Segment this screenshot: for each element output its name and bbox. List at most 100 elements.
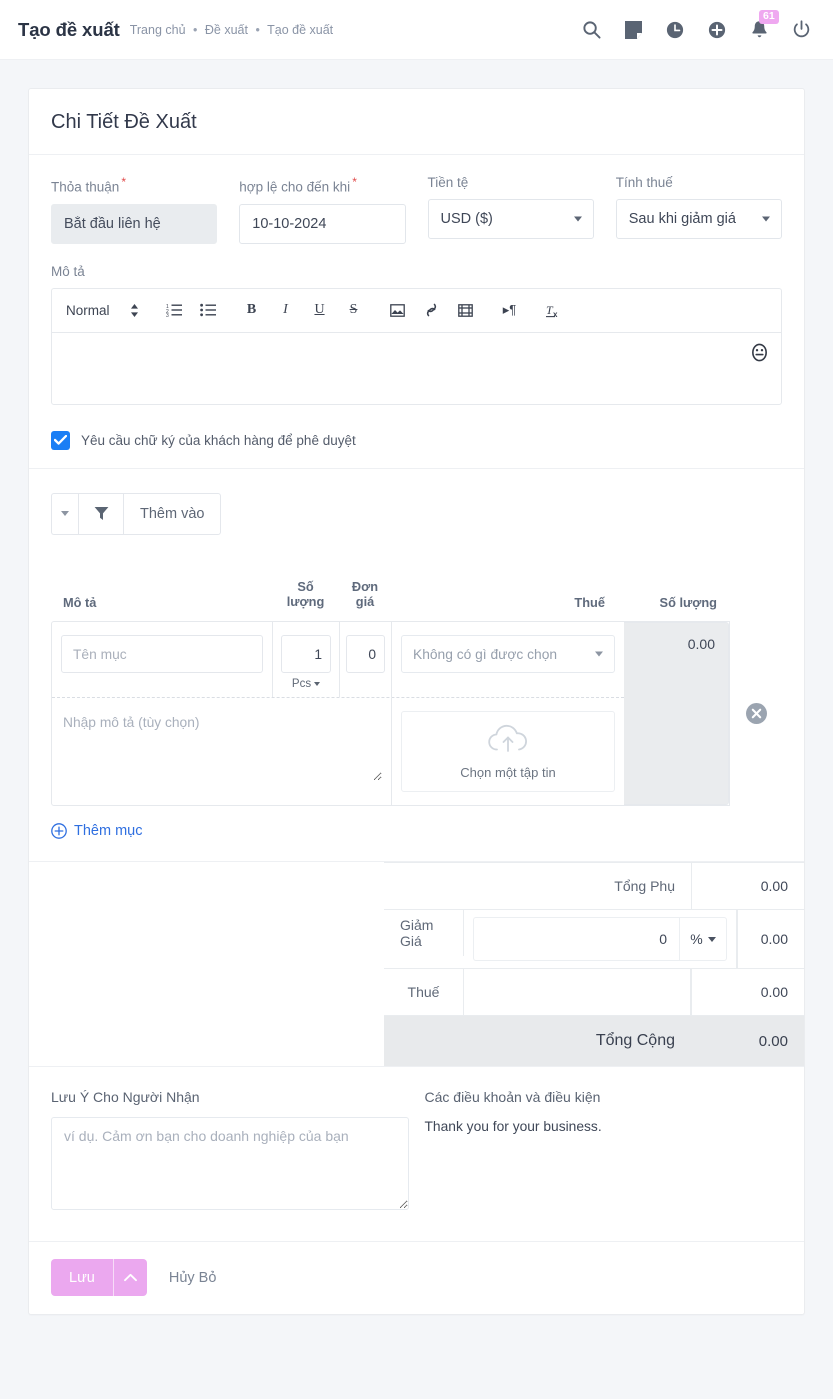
chevron-down-icon: [707, 936, 716, 942]
item-description-textarea[interactable]: [61, 711, 382, 782]
item-row-fields: Pcs Không có gì được chọn: [52, 622, 624, 806]
subtotal-row: Tổng Phụ 0.00: [384, 862, 804, 911]
ordered-list-icon[interactable]: 123: [165, 301, 183, 319]
item-filter-bar: Thêm vào: [51, 492, 782, 535]
terms-column: Các điều khoản và điều kiện Thank you fo…: [425, 1089, 783, 1215]
text-style-group: B I U S: [243, 301, 363, 319]
item-unit-dropdown[interactable]: Pcs: [281, 678, 331, 690]
cancel-button[interactable]: Hủy Bỏ: [169, 1270, 217, 1286]
tax-spacer: [464, 969, 691, 1016]
discount-amount: 0.00: [737, 910, 804, 969]
item-file-upload[interactable]: Chọn một tập tin: [401, 711, 615, 793]
chevron-up-icon: [123, 1274, 137, 1282]
emoji-icon[interactable]: [750, 343, 769, 362]
direction-group: ▸¶: [501, 301, 519, 319]
header-description: Mô tả: [63, 595, 97, 611]
tax-calculation-select[interactable]: [615, 199, 782, 239]
item-quantity-input[interactable]: [281, 635, 331, 674]
totals-left-spacer: [29, 862, 384, 1066]
image-icon[interactable]: [389, 301, 407, 319]
add-item-button[interactable]: Thêm mục: [51, 823, 782, 839]
totals-section: Tổng Phụ 0.00 Giảm Giá % 0.00 Thuế 0.00: [29, 862, 804, 1068]
item-name-cell: [52, 622, 273, 698]
breadcrumb-item-proposals[interactable]: Đề xuất: [205, 23, 248, 37]
header-tax: Thuế: [574, 595, 605, 611]
proposal-details-section: Thỏa thuận* hợp lệ cho đến khi* Tiền tệ …: [29, 155, 804, 469]
label-agreement: Thỏa thuận *: [51, 175, 217, 195]
discount-label: Giảm Giá: [384, 910, 464, 957]
list-button-group: 123: [165, 301, 217, 319]
note-icon[interactable]: [623, 20, 643, 40]
item-amount-value: 0.00: [687, 636, 715, 653]
currency-value[interactable]: [427, 199, 594, 239]
totals-table: Tổng Phụ 0.00 Giảm Giá % 0.00 Thuế 0.00: [384, 862, 804, 1067]
client-note-textarea[interactable]: [51, 1117, 409, 1211]
signature-checkbox[interactable]: [51, 430, 70, 450]
editor-content-area[interactable]: [51, 331, 782, 405]
search-icon[interactable]: [581, 20, 601, 40]
clock-icon[interactable]: [665, 20, 685, 40]
underline-icon[interactable]: U: [311, 301, 329, 319]
header-rate-line2: giá: [355, 594, 375, 610]
updown-icon: [130, 303, 139, 317]
item-file-cell: Chọn một tập tin: [392, 698, 624, 805]
save-button[interactable]: Lưu: [51, 1259, 114, 1297]
discount-unit-dropdown[interactable]: %: [679, 917, 727, 962]
required-marker: *: [121, 175, 126, 189]
agreement-input[interactable]: [51, 203, 218, 244]
italic-icon[interactable]: I: [277, 301, 295, 319]
save-options-toggle[interactable]: [113, 1259, 147, 1297]
link-icon[interactable]: [423, 301, 441, 319]
direction-icon[interactable]: ▸¶: [501, 301, 519, 319]
subtotal-label: Tổng Phụ: [614, 878, 675, 895]
save-button-group: Lưu: [51, 1259, 147, 1297]
header-rate: Đơn giá: [339, 579, 391, 611]
client-note-column: Lưu Ý Cho Người Nhận: [51, 1089, 409, 1215]
tax-total-value: 0.00: [691, 969, 804, 1016]
item-description-cell: [52, 698, 392, 806]
breadcrumb-item-home[interactable]: Trang chủ: [130, 23, 186, 37]
filter-dropdown-toggle[interactable]: [51, 492, 78, 535]
breadcrumb-separator: •: [193, 22, 198, 37]
discount-input-group: %: [464, 910, 737, 969]
field-agreement: Thỏa thuận *: [51, 175, 218, 244]
subtotal-value: 0.00: [691, 863, 804, 910]
proposal-card: Chi Tiết Đề Xuất Thỏa thuận* hợp lệ cho …: [28, 88, 805, 1316]
tax-calculation-value[interactable]: [615, 199, 782, 239]
funnel-icon[interactable]: [78, 492, 123, 535]
item-row-top: Pcs Không có gì được chọn: [52, 622, 624, 699]
plus-circle-icon: [51, 823, 67, 840]
bell-icon[interactable]: 61: [749, 9, 779, 40]
signature-checkbox-label: Yêu cầu chữ ký của khách hàng để phê duy…: [81, 432, 356, 448]
add-item-label: Thêm mục: [74, 823, 143, 840]
close-circle-icon[interactable]: [745, 703, 767, 725]
item-name-input[interactable]: [61, 635, 263, 674]
plus-circle-icon[interactable]: [707, 20, 727, 40]
item-file-label: Chọn một tập tin: [460, 764, 556, 780]
items-table-header: Mô tả Số lượng Đơn giá Thuế Số lượng: [51, 579, 782, 622]
format-dropdown[interactable]: Normal: [66, 303, 139, 318]
item-tax-select[interactable]: Không có gì được chọn: [401, 635, 615, 674]
discount-input[interactable]: [473, 917, 679, 962]
item-quantity-cell: Pcs: [273, 622, 340, 698]
strikethrough-icon[interactable]: S: [345, 301, 363, 319]
video-icon[interactable]: [457, 301, 475, 319]
label-agreement-text: Thỏa thuận: [51, 179, 120, 195]
add-item-dropdown[interactable]: Thêm vào: [123, 492, 222, 535]
notes-section: Lưu Ý Cho Người Nhận Các điều khoản và đ…: [29, 1067, 804, 1243]
field-tax-calculation: Tính thuế: [615, 175, 782, 244]
label-valid-until-text: hợp lệ cho đến khi: [239, 179, 351, 195]
item-amount-cell: 0.00: [624, 622, 729, 806]
signature-requirement-row: Yêu cầu chữ ký của khách hàng để phê duy…: [51, 430, 782, 450]
topbar-actions: 61: [581, 9, 811, 40]
power-icon[interactable]: [791, 20, 811, 40]
bold-icon[interactable]: B: [243, 301, 261, 319]
valid-until-input[interactable]: [239, 203, 406, 244]
breadcrumb: Trang chủ • Đề xuất • Tạo đề xuất: [130, 23, 333, 37]
clear-format-icon[interactable]: Tx: [545, 301, 563, 319]
item-row-body: Pcs Không có gì được chọn: [51, 621, 730, 807]
bullet-list-icon[interactable]: [199, 301, 217, 319]
item-rate-input[interactable]: [346, 635, 385, 674]
currency-select[interactable]: [427, 199, 594, 239]
label-tax-calculation: Tính thuế: [615, 175, 673, 190]
